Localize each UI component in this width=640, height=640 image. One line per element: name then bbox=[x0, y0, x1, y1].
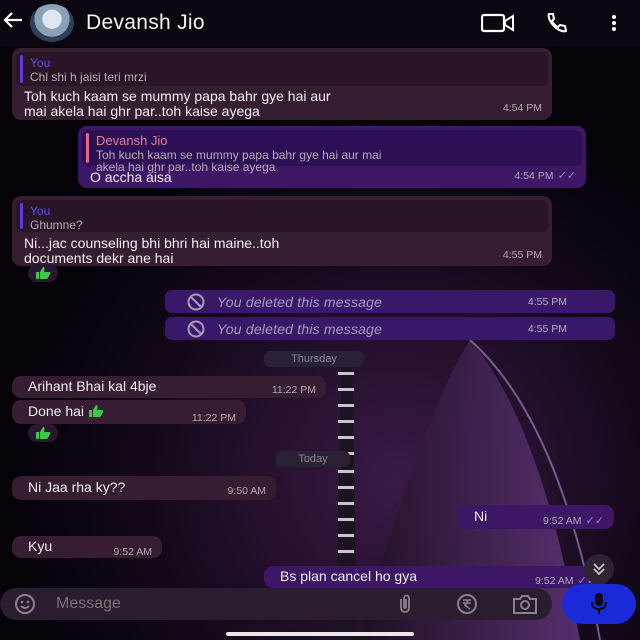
deleted-text: You deleted this message bbox=[217, 320, 383, 337]
deleted-message[interactable]: You deleted this message 4:55 PM bbox=[165, 290, 615, 313]
quoted-sender: Devansh Jio bbox=[96, 133, 168, 148]
message-time: 4:54 PM bbox=[502, 102, 542, 114]
read-ticks-icon: ✓✓ bbox=[585, 515, 604, 527]
quoted-text: Chl shi h jaisi teri mrzi bbox=[30, 70, 147, 84]
time-label: 4:54 PM bbox=[514, 170, 554, 182]
scroll-down-button[interactable] bbox=[584, 554, 614, 584]
message-text: Arihant Bhai kal 4bje bbox=[28, 378, 157, 394]
message-bubble-incoming[interactable]: Done hai 11:22 PM bbox=[12, 400, 246, 424]
message-text: Bs plan cancel ho gya bbox=[280, 568, 417, 584]
message-bubble-outgoing[interactable]: Devansh Jio Toh kuch kaam se mummy papa … bbox=[78, 126, 586, 188]
more-vertical-icon[interactable] bbox=[594, 3, 634, 43]
back-arrow-icon[interactable] bbox=[2, 9, 26, 38]
phone-icon[interactable] bbox=[536, 3, 576, 43]
quoted-text: Ghumne? bbox=[30, 218, 83, 232]
mic-icon bbox=[591, 593, 607, 614]
message-line: documents dekr ane hai bbox=[24, 250, 174, 266]
quoted-text: akela hai ghr par..toh kaise ayega bbox=[96, 160, 276, 174]
blocked-icon bbox=[187, 293, 205, 310]
quoted-sender: You bbox=[30, 204, 51, 218]
message-text: Ni Jaa rha ky?? bbox=[28, 479, 126, 495]
message-line: Done hai bbox=[28, 403, 85, 419]
message-bubble-incoming[interactable]: Arihant Bhai kal 4bje 11:22 PM bbox=[12, 376, 326, 398]
message-text: Ni bbox=[474, 508, 488, 524]
message-time: 4:55 PM bbox=[502, 249, 542, 261]
date-separator: Today bbox=[276, 451, 350, 467]
time-label: 9:52 AM bbox=[535, 575, 574, 587]
quoted-sender: You bbox=[30, 56, 51, 70]
chevron-double-down-icon bbox=[593, 563, 605, 576]
message-time: 11:22 PM bbox=[191, 412, 236, 424]
message-time: 4:55 PM bbox=[527, 295, 567, 308]
message-bubble-incoming[interactable]: Ni Jaa rha ky?? 9:50 AM bbox=[12, 476, 276, 500]
message-composer[interactable] bbox=[0, 588, 552, 620]
message-bubble-incoming[interactable]: Kyu 9:52 AM bbox=[12, 536, 162, 558]
home-indicator bbox=[226, 632, 414, 636]
emoji-icon[interactable] bbox=[8, 589, 42, 619]
message-line: mai akela hai ghr par..toh kaise ayega bbox=[24, 103, 260, 119]
contact-name[interactable]: Devansh Jio bbox=[86, 11, 478, 35]
message-time: 11:22 PM bbox=[271, 384, 316, 396]
chat-header: Devansh Jio bbox=[0, 0, 640, 46]
message-text: Toh kuch kaam se mummy papa bahr gye hai… bbox=[12, 86, 552, 119]
message-bubble-incoming[interactable]: You Ghumne? Ni...jac counseling bhi bhri… bbox=[12, 196, 552, 266]
attach-icon[interactable] bbox=[388, 589, 422, 619]
message-bubble-outgoing[interactable]: Ni 9:52 AM ✓✓ bbox=[458, 505, 614, 529]
read-ticks-icon: ✓✓ bbox=[557, 170, 576, 182]
deleted-text: You deleted this message bbox=[217, 293, 383, 310]
rupee-payment-icon[interactable] bbox=[450, 589, 484, 619]
message-time: 9:50 AM bbox=[227, 485, 266, 497]
deleted-message[interactable]: You deleted this message 4:55 PM bbox=[165, 317, 615, 340]
message-text: Ni...jac counseling bhi bhri hai maine..… bbox=[12, 232, 552, 266]
blocked-icon bbox=[187, 320, 205, 337]
quoted-message[interactable]: You Chl shi h jaisi teri mrzi bbox=[16, 52, 548, 86]
message-time: 9:52 AM bbox=[113, 546, 152, 558]
message-time: 9:52 AM ✓✓ bbox=[543, 514, 604, 529]
date-separator: Thursday bbox=[264, 351, 364, 367]
message-bubble-incoming[interactable]: You Chl shi h jaisi teri mrzi Toh kuch k… bbox=[12, 48, 552, 120]
message-text: Kyu bbox=[28, 538, 53, 554]
mic-button[interactable] bbox=[562, 584, 636, 624]
message-bubble-outgoing[interactable]: Bs plan cancel ho gya 9:52 AM ✓✓ bbox=[264, 566, 606, 588]
quoted-message[interactable]: You Ghumne? bbox=[16, 200, 548, 232]
reaction-thumbs-up-icon[interactable] bbox=[28, 264, 58, 282]
message-line: Toh kuch kaam se mummy papa bahr gye hai… bbox=[24, 88, 331, 104]
message-line: Ni...jac counseling bhi bhri hai maine..… bbox=[24, 235, 280, 251]
message-time: 4:54 PM ✓✓ bbox=[514, 169, 576, 184]
quoted-message[interactable]: Devansh Jio Toh kuch kaam se mummy papa … bbox=[82, 130, 582, 173]
message-text: Done hai bbox=[16, 404, 116, 419]
thumbs-up-icon bbox=[88, 405, 104, 417]
message-time: 4:55 PM bbox=[527, 322, 567, 335]
reaction-thumbs-up-icon[interactable] bbox=[28, 424, 58, 442]
camera-icon[interactable] bbox=[508, 589, 542, 619]
time-label: 9:52 AM bbox=[543, 515, 582, 527]
message-input[interactable] bbox=[56, 595, 388, 613]
avatar[interactable] bbox=[30, 4, 74, 42]
video-call-icon[interactable] bbox=[478, 3, 518, 43]
